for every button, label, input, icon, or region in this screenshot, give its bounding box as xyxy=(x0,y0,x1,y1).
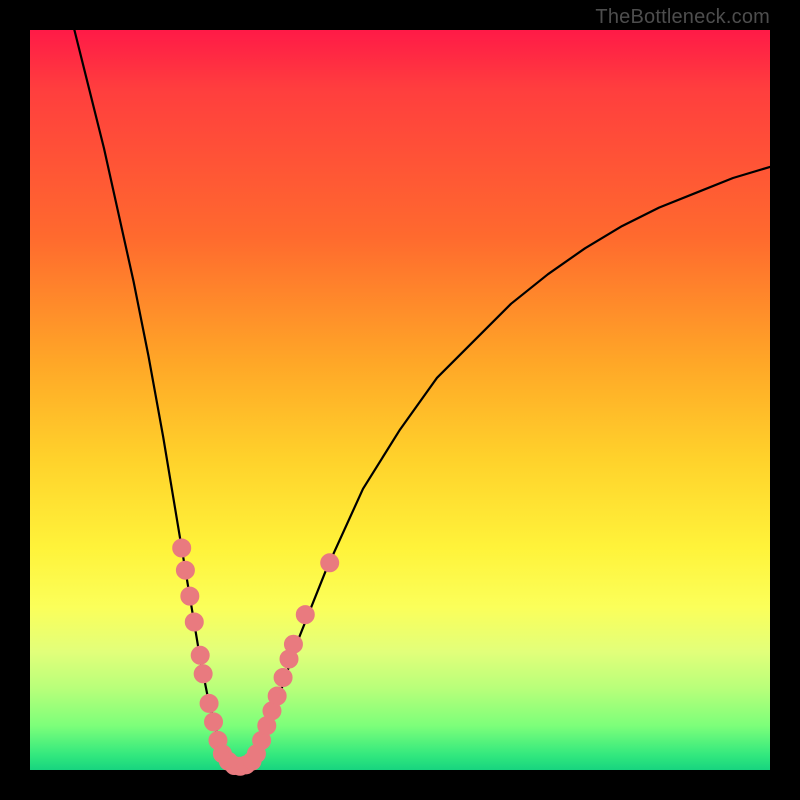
data-point-marker xyxy=(176,561,194,579)
chart-svg xyxy=(30,30,770,770)
watermark-text: TheBottleneck.com xyxy=(595,6,770,29)
data-point-marker xyxy=(321,554,339,572)
bottleneck-curve xyxy=(74,30,770,767)
data-point-marker xyxy=(185,613,203,631)
data-point-marker xyxy=(191,646,209,664)
outer-frame: TheBottleneck.com xyxy=(0,0,800,800)
marker-group xyxy=(173,539,339,775)
data-point-marker xyxy=(194,665,212,683)
data-point-marker xyxy=(173,539,191,557)
data-point-marker xyxy=(284,635,302,653)
data-point-marker xyxy=(205,713,223,731)
plot-area xyxy=(30,30,770,770)
data-point-marker xyxy=(200,694,218,712)
data-point-marker xyxy=(274,669,292,687)
data-point-marker xyxy=(296,606,314,624)
data-point-marker xyxy=(268,687,286,705)
data-point-marker xyxy=(181,587,199,605)
